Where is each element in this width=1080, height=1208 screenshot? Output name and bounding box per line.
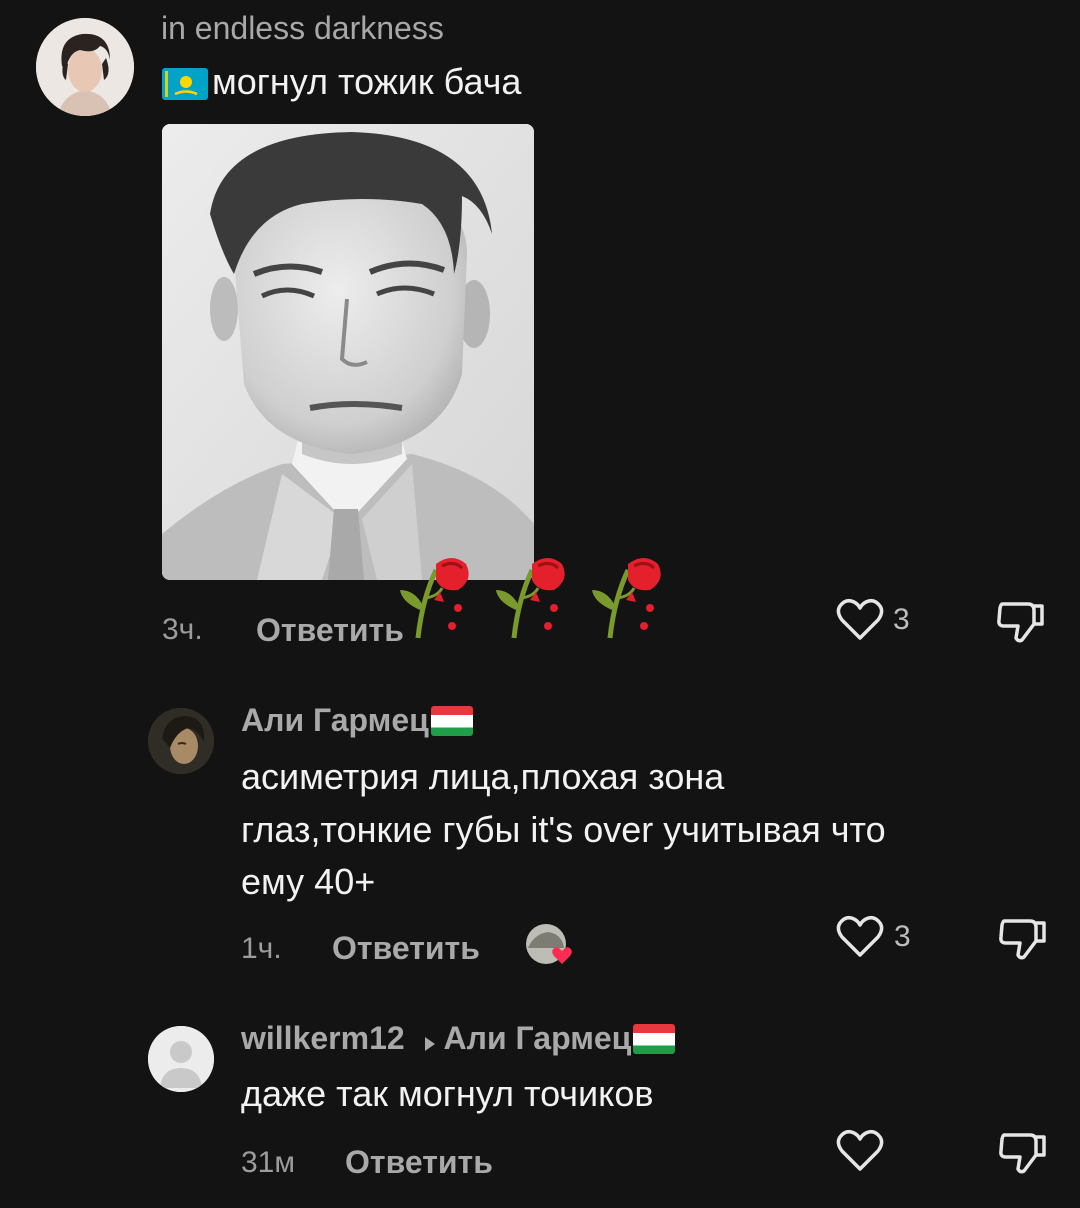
thumbs-down-outline-icon	[999, 1133, 1046, 1174]
dislike-button[interactable]	[998, 915, 1048, 961]
dislike-button[interactable]	[996, 598, 1046, 644]
triangle-right-icon	[424, 1021, 436, 1061]
comment-text-line: ему 40+	[241, 861, 376, 902]
comment-username-line: willkerm12 Али Гармец	[241, 1018, 676, 1061]
comment-username[interactable]: in endless darkness	[161, 8, 444, 48]
like-button[interactable]	[836, 598, 884, 642]
creator-avatar-heart-icon	[526, 924, 572, 964]
comment-text-line: асиметрия лица,плохая зона	[241, 756, 725, 797]
avatar-in-endless-darkness[interactable]	[36, 18, 134, 116]
person-silhouette-icon	[148, 1026, 214, 1092]
comment-text-line: глаз,тонкие губы it's over учитывая что	[241, 809, 886, 850]
avatar-ali-garmets[interactable]	[148, 708, 214, 774]
comment-text-line: могнул тожик бача	[162, 60, 521, 104]
like-button[interactable]	[836, 1129, 884, 1173]
username-text[interactable]: Али Гармец	[241, 702, 429, 738]
tajikistan-flag-icon	[633, 1023, 676, 1054]
dislike-button[interactable]	[998, 1129, 1048, 1175]
creator-liked-badge	[524, 922, 580, 970]
like-count: 3	[894, 920, 911, 953]
thumbs-down-outline-icon	[997, 602, 1044, 643]
tajikistan-flag-icon	[430, 705, 473, 736]
avatar-portrait-icon	[148, 708, 214, 774]
like-count: 3	[893, 603, 910, 636]
avatar-portrait-icon	[36, 18, 134, 116]
thumbs-down-outline-icon	[999, 919, 1046, 960]
avatar-willkerm12[interactable]	[148, 1026, 214, 1092]
rose-emoji-row	[396, 550, 668, 642]
comment-username: Али Гармец	[241, 700, 473, 740]
reply-button[interactable]: Ответить	[332, 930, 480, 967]
comment-attached-photo[interactable]	[162, 124, 534, 580]
reply-to-username[interactable]: Али Гармец	[444, 1020, 632, 1056]
comment-time: 1ч.	[241, 932, 282, 965]
heart-outline-icon	[836, 598, 884, 640]
username-text[interactable]: willkerm12	[241, 1020, 405, 1056]
heart-outline-icon	[836, 1129, 884, 1171]
reply-button[interactable]: Ответить	[345, 1144, 493, 1181]
comment-text: даже так могнул точиков	[241, 1073, 654, 1114]
wilted-rose-emoji-icon	[400, 550, 668, 642]
comment-text: могнул тожик бача	[212, 61, 522, 102]
portrait-photo-image	[162, 124, 534, 580]
heart-outline-icon	[836, 915, 884, 957]
kazakhstan-flag-icon	[162, 68, 208, 101]
comment-time: 31м	[241, 1146, 295, 1179]
like-button[interactable]	[836, 915, 884, 959]
reply-button[interactable]: Ответить	[256, 612, 404, 649]
comment-time: 3ч.	[162, 613, 203, 646]
